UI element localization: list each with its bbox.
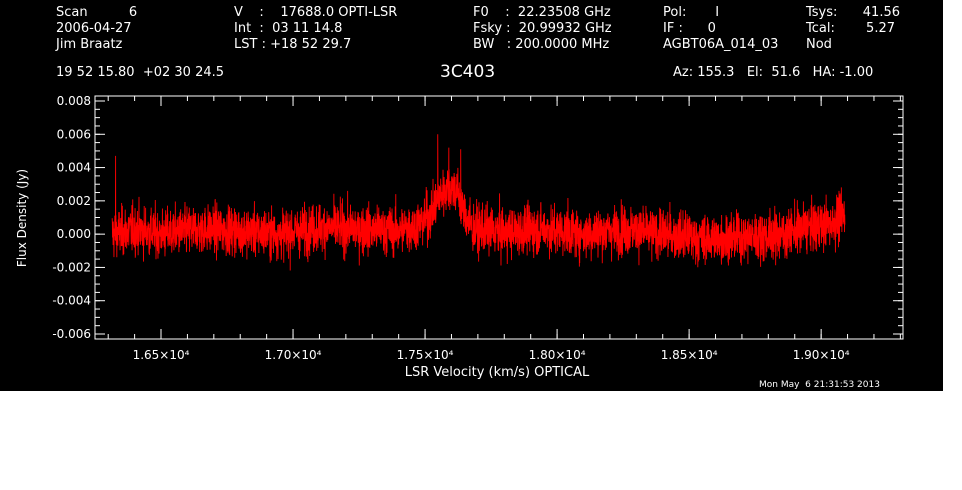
timestamp-label: Mon May 6 21:31:53 2013	[759, 380, 880, 390]
x-tick-label: 1.90×10⁴	[793, 348, 850, 362]
screen: Scan 6 2006-04-27 Jim Braatz V : 17688.0…	[0, 0, 962, 490]
x-tick-label: 1.70×10⁴	[265, 348, 322, 362]
spectrum-line	[111, 134, 846, 271]
x-tick-label: 1.80×10⁴	[529, 348, 586, 362]
y-tick-label: 0.006	[57, 127, 91, 141]
y-tick-label: 0.000	[57, 227, 91, 241]
x-tick-label: 1.85×10⁴	[661, 348, 718, 362]
y-tick-label: 0.004	[57, 161, 91, 175]
y-axis-label: Flux Density (Jy)	[15, 169, 29, 267]
y-tick-label: -0.002	[52, 260, 91, 274]
x-tick-label: 1.75×10⁴	[397, 348, 454, 362]
spectrum-trace	[111, 134, 846, 271]
y-tick-label: -0.006	[52, 327, 91, 341]
x-tick-label: 1.65×10⁴	[133, 348, 190, 362]
y-tick-label: 0.008	[57, 94, 91, 108]
spectrum-chart: -0.006 -0.004 -0.002 0.000 0.002 0.004 0.006 0.…	[15, 94, 904, 380]
plot-panel: Scan 6 2006-04-27 Jim Braatz V : 17688.0…	[0, 0, 943, 391]
x-axis-label: LSR Velocity (km/s) OPTICAL	[405, 365, 590, 380]
y-tick-label: -0.004	[52, 294, 91, 308]
y-tick-label: 0.002	[57, 194, 91, 208]
